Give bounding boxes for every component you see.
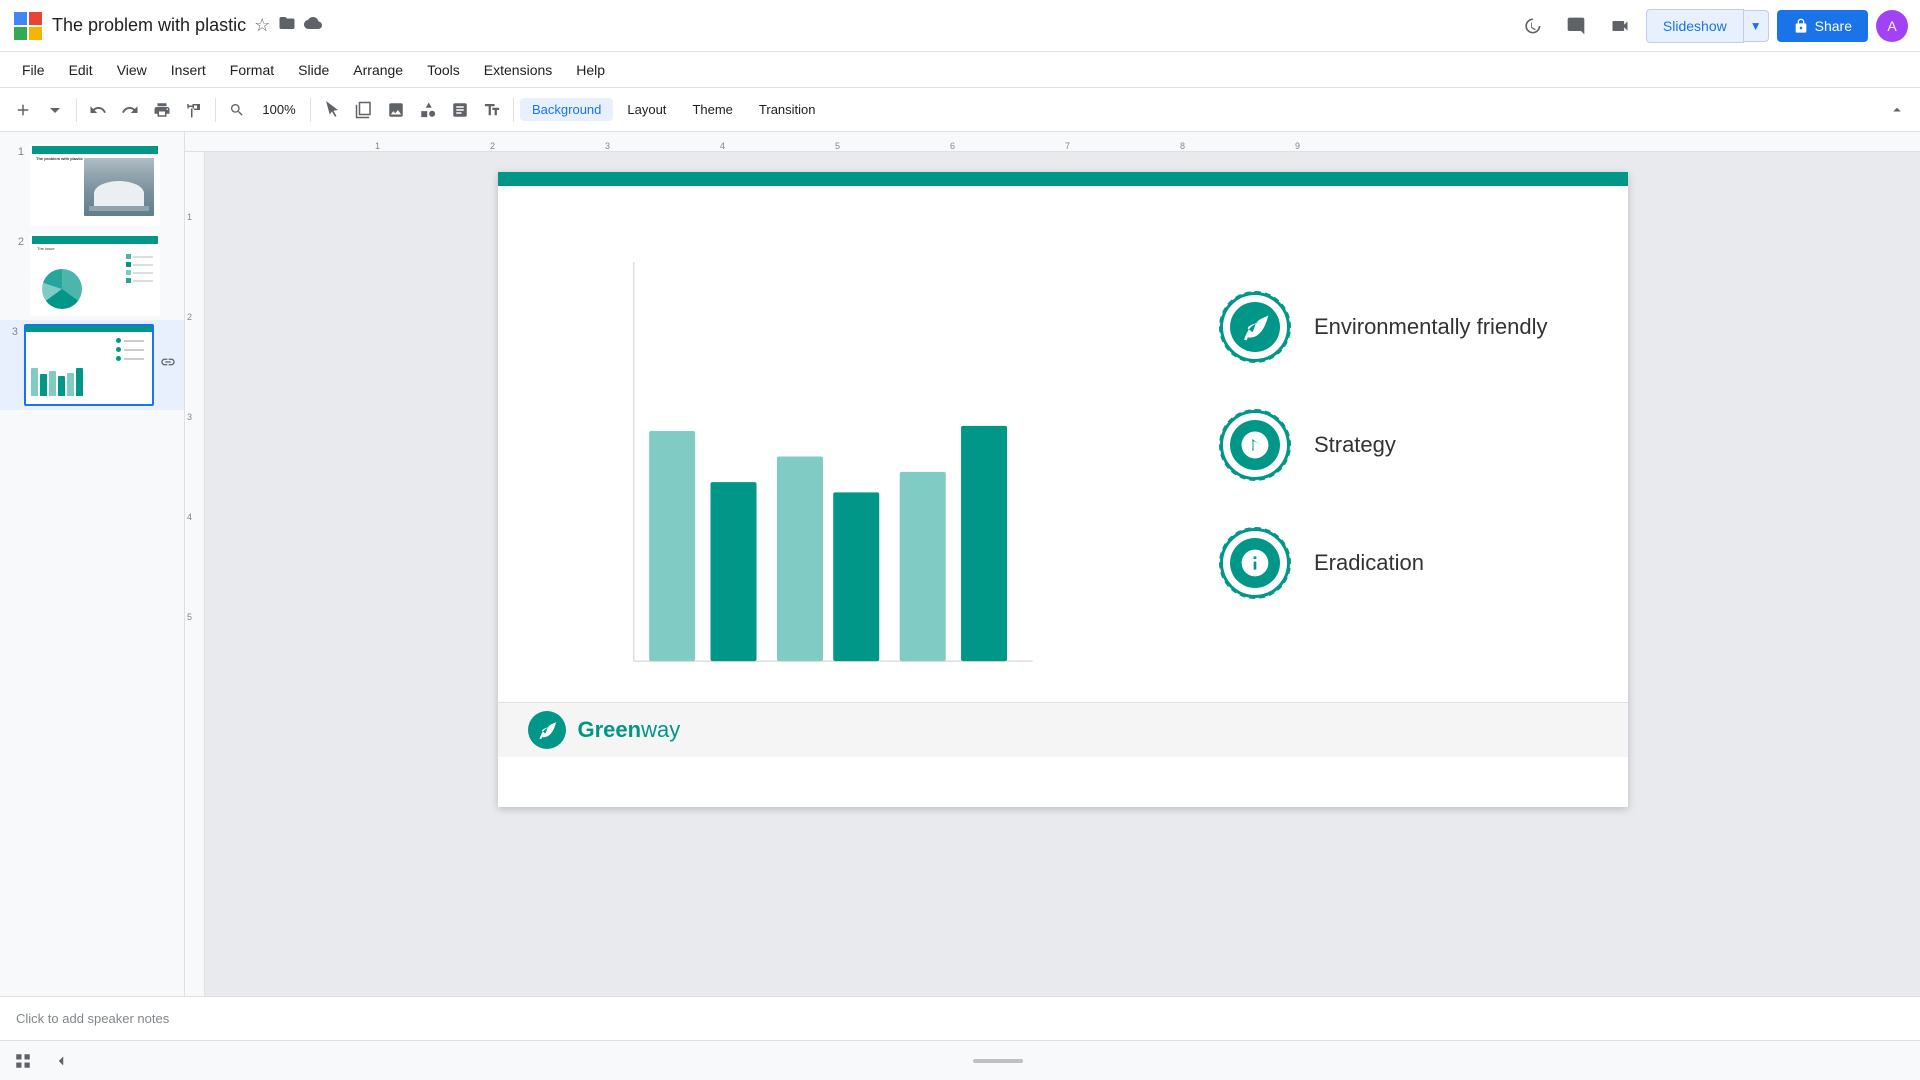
toolbar-separator-1 xyxy=(76,98,77,122)
doc-title-area: The problem with plastic ☆ xyxy=(52,14,1506,37)
slide-item-3[interactable]: 3 xyxy=(0,320,184,410)
menu-view[interactable]: View xyxy=(107,58,157,82)
doc-title[interactable]: The problem with plastic xyxy=(52,15,246,36)
slideshow-dropdown-button[interactable]: ▼ xyxy=(1744,10,1769,42)
menu-insert[interactable]: Insert xyxy=(161,58,216,82)
bar-chart xyxy=(598,252,1048,702)
collapse-panel-left-button[interactable] xyxy=(46,1046,76,1076)
slide-number-2: 2 xyxy=(8,234,24,248)
paint-format-button[interactable] xyxy=(179,95,209,125)
transition-button[interactable]: Transition xyxy=(747,98,828,121)
legend-item-3: Eradication xyxy=(1220,528,1548,598)
strategy-icon xyxy=(1230,420,1280,470)
canvas-scroll: Environmentally friendly Strategy xyxy=(205,152,1920,996)
legend-item-1: Environmentally friendly xyxy=(1220,292,1548,362)
menu-tools[interactable]: Tools xyxy=(417,58,470,82)
slide-item-2[interactable]: 2 The Issue xyxy=(0,230,184,320)
cloud-icon[interactable] xyxy=(304,14,322,37)
toolbar-separator-2 xyxy=(215,98,216,122)
theme-button[interactable]: Theme xyxy=(680,98,744,121)
undo-button[interactable] xyxy=(83,95,113,125)
print-button[interactable] xyxy=(147,95,177,125)
top-right-actions: Slideshow ▼ Share A xyxy=(1514,8,1908,44)
video-icon[interactable] xyxy=(1602,8,1638,44)
menu-edit[interactable]: Edit xyxy=(59,58,103,82)
folder-icon[interactable] xyxy=(278,14,296,37)
menu-arrange[interactable]: Arrange xyxy=(343,58,413,82)
slide-number-3: 3 xyxy=(8,324,18,338)
slide-progress-indicator xyxy=(973,1059,1023,1063)
legend-area: Environmentally friendly Strategy xyxy=(1220,292,1548,598)
logo-text: Greenway xyxy=(578,717,681,743)
slideshow-button[interactable]: Slideshow xyxy=(1646,9,1744,43)
slides-panel: 1 The problem with plastic 2 The Issue xyxy=(0,132,185,996)
toolbar: 100% Background Layout Theme Transition xyxy=(0,88,1920,132)
share-button[interactable]: Share xyxy=(1777,10,1868,42)
select-tool-button[interactable] xyxy=(317,95,347,125)
selection-box-button[interactable] xyxy=(349,95,379,125)
zoom-value-button[interactable]: 100% xyxy=(254,95,304,125)
image-insert-button[interactable] xyxy=(381,95,411,125)
main-layout: 1 The problem with plastic 2 The Issue xyxy=(0,132,1920,996)
add-dropdown-button[interactable] xyxy=(40,95,70,125)
legend-label-3: Eradication xyxy=(1314,550,1424,576)
redo-button[interactable] xyxy=(115,95,145,125)
collapse-panel-button[interactable] xyxy=(1882,95,1912,125)
user-avatar[interactable]: A xyxy=(1876,10,1908,42)
line-tool-button[interactable] xyxy=(445,95,475,125)
logo-icon xyxy=(528,711,566,749)
legend-label-1: Environmentally friendly xyxy=(1314,314,1548,340)
background-button[interactable]: Background xyxy=(520,98,613,121)
top-bar: The problem with plastic ☆ Slideshow ▼ S… xyxy=(0,0,1920,52)
legend-label-2: Strategy xyxy=(1314,432,1396,458)
eco-icon-circle xyxy=(1220,292,1290,362)
menu-file[interactable]: File xyxy=(12,58,55,82)
toolbar-separator-3 xyxy=(310,98,311,122)
eco-icon xyxy=(1230,302,1280,352)
bottom-toolbar xyxy=(0,1040,1920,1080)
menu-format[interactable]: Format xyxy=(220,58,284,82)
slide-link-icon xyxy=(160,324,176,375)
legend-item-2: Strategy xyxy=(1220,410,1548,480)
toolbar-separator-4 xyxy=(513,98,514,122)
canvas-area: 1 2 3 4 5 6 7 8 9 1 2 3 4 5 xyxy=(185,132,1920,996)
slide-thumb-1[interactable]: The problem with plastic xyxy=(30,144,160,226)
strategy-icon-circle xyxy=(1220,410,1290,480)
menu-slide[interactable]: Slide xyxy=(288,58,339,82)
slide-thumb-2[interactable]: The Issue xyxy=(30,234,160,316)
menu-bar: File Edit View Insert Format Slide Arran… xyxy=(0,52,1920,88)
ruler-horizontal: 1 2 3 4 5 6 7 8 9 xyxy=(185,132,1920,152)
star-icon[interactable]: ☆ xyxy=(254,15,270,36)
zoom-fit-button[interactable] xyxy=(222,95,252,125)
eradication-icon xyxy=(1230,538,1280,588)
comments-icon[interactable] xyxy=(1558,8,1594,44)
slide-canvas[interactable]: Environmentally friendly Strategy xyxy=(498,172,1628,807)
slide-thumb-3[interactable] xyxy=(24,324,154,406)
text-box-button[interactable] xyxy=(477,95,507,125)
slide-top-bar xyxy=(498,172,1628,186)
menu-help[interactable]: Help xyxy=(566,58,615,82)
slide-item-1[interactable]: 1 The problem with plastic xyxy=(0,140,184,230)
eradication-icon-circle xyxy=(1220,528,1290,598)
menu-extensions[interactable]: Extensions xyxy=(474,58,562,82)
app-logo[interactable] xyxy=(12,10,44,42)
slide-footer: Greenway xyxy=(498,702,1628,757)
history-icon[interactable] xyxy=(1514,8,1550,44)
ruler-vertical: 1 2 3 4 5 xyxy=(185,152,205,996)
grid-view-button[interactable] xyxy=(8,1046,38,1076)
slide-number-1: 1 xyxy=(8,144,24,158)
notes-placeholder[interactable]: Click to add speaker notes xyxy=(16,1011,169,1026)
shapes-button[interactable] xyxy=(413,95,443,125)
layout-button[interactable]: Layout xyxy=(615,98,678,121)
notes-bar[interactable]: Click to add speaker notes xyxy=(0,996,1920,1040)
add-slide-button[interactable] xyxy=(8,95,38,125)
